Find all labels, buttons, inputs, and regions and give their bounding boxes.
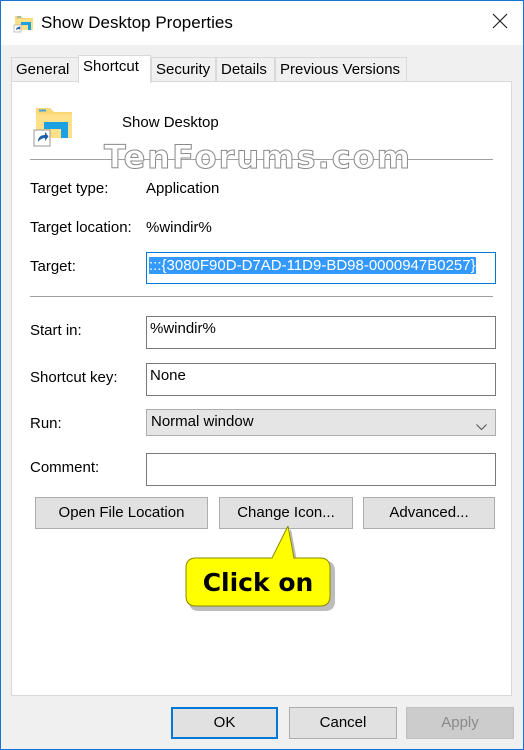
- target-label: Target:: [30, 258, 76, 275]
- tab-general[interactable]: General: [11, 57, 79, 82]
- divider: [30, 296, 493, 297]
- target-prefix: :::: [149, 257, 162, 274]
- properties-dialog: Show Desktop Properties General Shortcut…: [0, 0, 524, 750]
- run-selected-value: Normal window: [151, 413, 254, 430]
- target-location-value: %windir%: [146, 219, 212, 236]
- click-on-callout: Click on: [184, 526, 336, 612]
- target-input[interactable]: :::{3080F90D-D7AD-11D9-BD98-0000947B0257…: [146, 252, 496, 284]
- shortcut-key-input[interactable]: None: [146, 363, 496, 396]
- advanced-button[interactable]: Advanced...: [363, 497, 495, 529]
- close-button[interactable]: [477, 1, 523, 45]
- target-type-label: Target type:: [30, 180, 109, 197]
- start-in-input[interactable]: %windir%: [146, 316, 496, 349]
- window-title: Show Desktop Properties: [41, 13, 233, 32]
- apply-button[interactable]: Apply: [406, 707, 514, 739]
- target-type-value: Application: [146, 180, 220, 197]
- watermark: TenForums.com: [103, 138, 413, 177]
- shortcut-name: Show Desktop: [122, 114, 219, 131]
- target-selected-text: {3080F90D-D7AD-11D9-BD98-0000947B0257}: [161, 257, 476, 274]
- open-file-location-button[interactable]: Open File Location: [35, 497, 208, 529]
- tab-security[interactable]: Security: [151, 57, 216, 82]
- comment-label: Comment:: [30, 459, 100, 476]
- chevron-down-icon: [476, 418, 487, 435]
- callout-text: Click on: [202, 568, 314, 597]
- tab-details[interactable]: Details: [216, 57, 275, 82]
- tab-shortcut[interactable]: Shortcut: [78, 55, 151, 83]
- target-location-label: Target location:: [30, 219, 132, 236]
- start-in-label: Start in:: [30, 322, 82, 339]
- cancel-button[interactable]: Cancel: [289, 707, 397, 739]
- tab-previous-versions[interactable]: Previous Versions: [275, 57, 407, 82]
- run-select[interactable]: Normal window: [146, 409, 496, 436]
- change-icon-button[interactable]: Change Icon...: [219, 497, 353, 529]
- comment-input[interactable]: [146, 453, 496, 486]
- folder-shortcut-icon: [32, 104, 76, 148]
- folder-shortcut-icon: [13, 13, 35, 33]
- ok-button[interactable]: OK: [171, 707, 278, 739]
- title-bar: Show Desktop Properties: [1, 1, 523, 45]
- close-icon: [492, 13, 508, 33]
- run-label: Run:: [30, 415, 62, 432]
- shortcut-key-label: Shortcut key:: [30, 369, 118, 386]
